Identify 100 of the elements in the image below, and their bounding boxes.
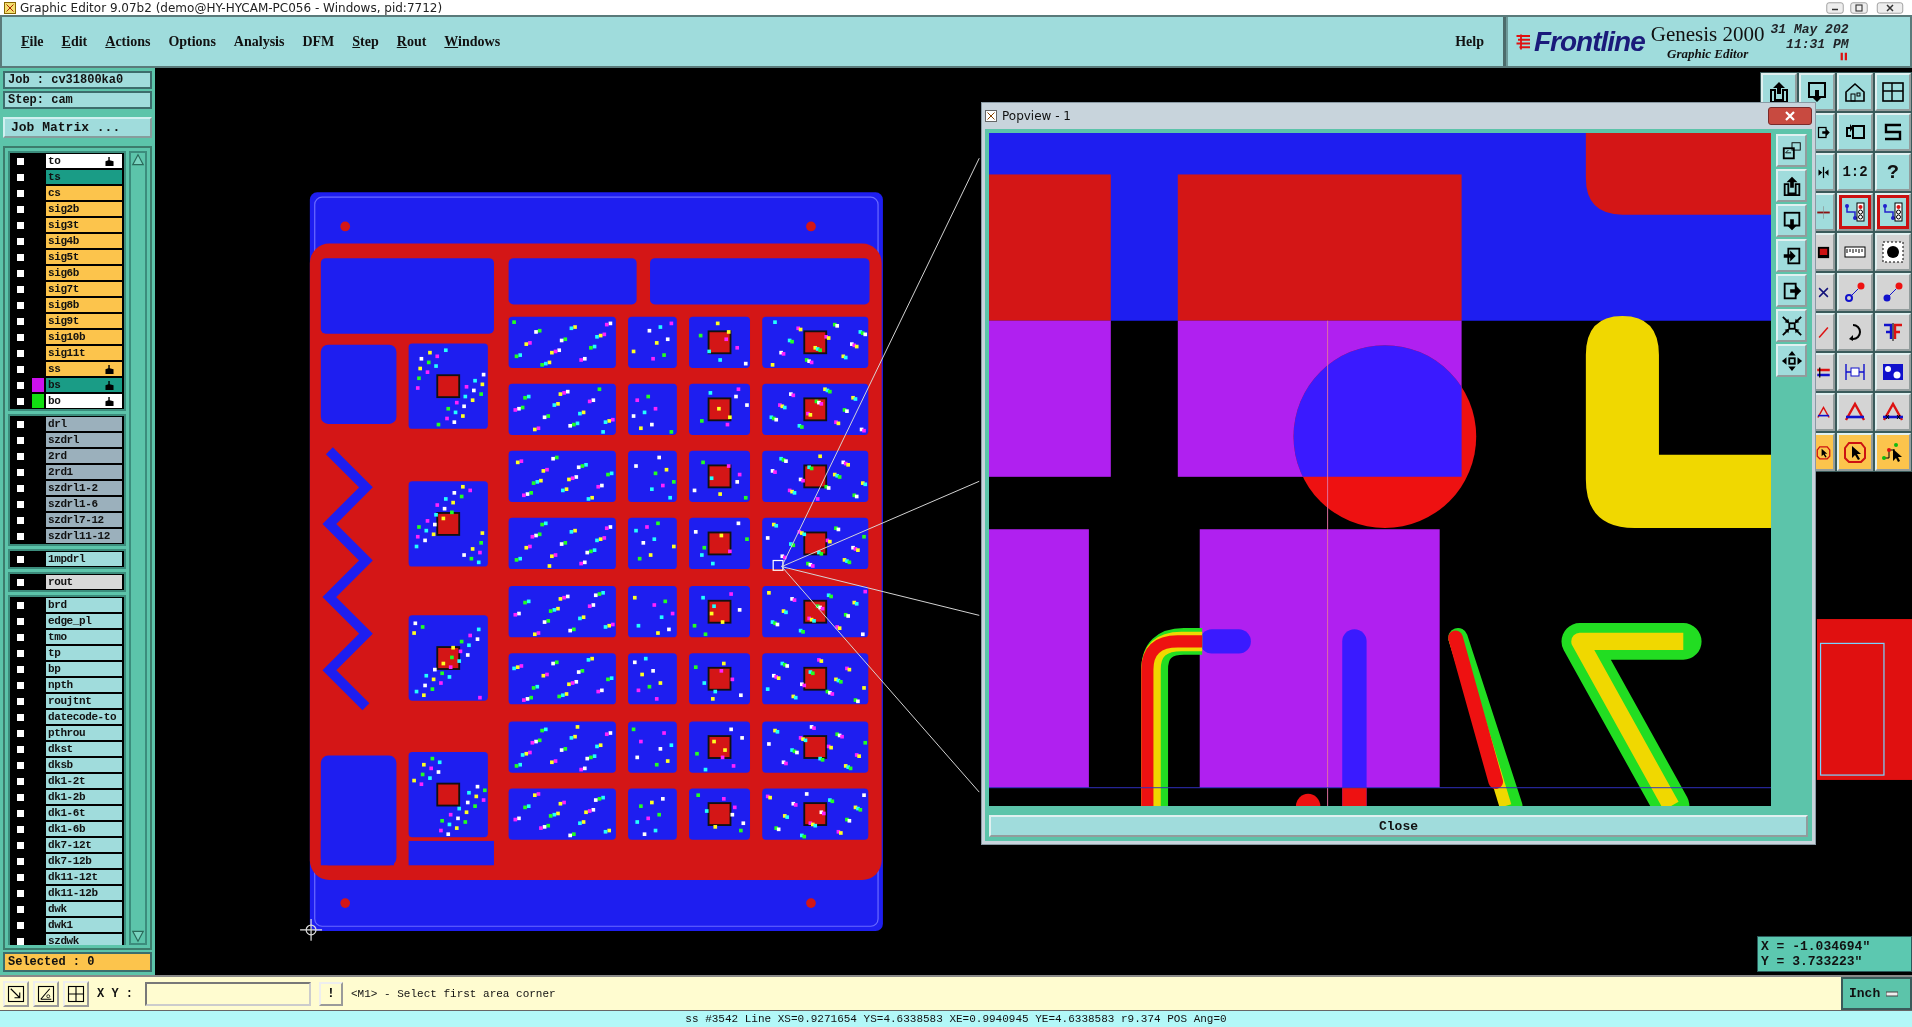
layer-name[interactable]: dwk <box>46 902 122 916</box>
tool-button[interactable] <box>1776 274 1807 307</box>
layer-name[interactable]: edge_pl <box>46 614 122 628</box>
layer-checkbox[interactable] <box>15 331 26 343</box>
layer-checkbox[interactable] <box>15 315 26 327</box>
layer-name[interactable]: dk1-6t <box>46 806 122 820</box>
help-button[interactable]: ? <box>1875 153 1911 191</box>
layer-checkbox[interactable] <box>15 155 26 167</box>
layer-checkbox[interactable] <box>15 171 26 183</box>
layer-checkbox[interactable] <box>15 775 26 787</box>
layer-checkbox[interactable] <box>15 919 26 931</box>
layer-checkbox[interactable] <box>15 743 26 755</box>
tool-button[interactable] <box>33 980 59 1007</box>
layer-name[interactable]: 1mpdrl <box>46 552 122 566</box>
menu-item[interactable]: Rout <box>387 33 436 50</box>
layer-checkbox[interactable] <box>15 283 26 295</box>
layer-name[interactable]: dksb <box>46 758 122 772</box>
layer-name[interactable]: szdrl7-12 <box>46 513 122 527</box>
layer-checkbox[interactable] <box>15 466 26 478</box>
layer-name[interactable]: sig6b <box>46 266 122 280</box>
layer-name[interactable]: cs <box>46 186 122 200</box>
layer-name[interactable]: sig2b <box>46 202 122 216</box>
layer-name[interactable]: dk7-12b <box>46 854 122 868</box>
tool-button[interactable] <box>1875 393 1911 431</box>
layer-name[interactable]: bp <box>46 662 122 676</box>
menu-item[interactable]: Options <box>159 33 225 50</box>
tool-button[interactable] <box>1875 73 1911 111</box>
zoom-ratio-button[interactable]: 1:2 <box>1837 153 1873 191</box>
tool-button[interactable] <box>1875 233 1911 271</box>
layer-name[interactable]: sig3t <box>46 218 122 232</box>
layer-checkbox[interactable] <box>15 695 26 707</box>
tool-button[interactable] <box>1875 313 1911 351</box>
tool-button[interactable] <box>1837 433 1873 471</box>
layer-checkbox[interactable] <box>15 514 26 526</box>
layer-name[interactable]: szdrl1-6 <box>46 497 122 511</box>
layer-name[interactable]: sig5t <box>46 250 122 264</box>
layer-checkbox[interactable] <box>15 791 26 803</box>
layer-name[interactable]: drl <box>46 417 122 431</box>
layer-name[interactable]: sig9t <box>46 314 122 328</box>
layer-checkbox[interactable] <box>15 219 26 231</box>
tool-button[interactable] <box>1776 344 1807 377</box>
menu-item[interactable]: Step <box>343 33 388 50</box>
layer-checkbox[interactable] <box>15 663 26 675</box>
help-menu-item[interactable]: Help <box>1446 33 1493 50</box>
tool-button[interactable] <box>1776 309 1807 342</box>
tool-button[interactable] <box>1776 204 1807 237</box>
layer-name[interactable]: rout <box>46 575 122 589</box>
layer-checkbox[interactable] <box>15 418 26 430</box>
layer-name[interactable]: dkst <box>46 742 122 756</box>
layer-name[interactable]: ss <box>46 362 122 376</box>
tool-button[interactable] <box>1875 433 1911 471</box>
coordinate-input-field[interactable] <box>145 981 311 1006</box>
layer-name[interactable]: szdrl1-2 <box>46 481 122 495</box>
layer-name[interactable]: to <box>46 154 122 168</box>
layer-name[interactable]: npth <box>46 678 122 692</box>
tool-button[interactable] <box>1875 193 1911 231</box>
layer-checkbox[interactable] <box>15 615 26 627</box>
layer-checkbox[interactable] <box>15 759 26 771</box>
tool-button[interactable] <box>1776 169 1807 202</box>
layer-name[interactable]: sig11t <box>46 346 122 360</box>
tool-button[interactable] <box>1875 273 1911 311</box>
layer-name[interactable]: bo <box>46 394 122 408</box>
layer-checkbox[interactable] <box>15 839 26 851</box>
tool-button[interactable] <box>1776 134 1807 167</box>
layer-checkbox[interactable] <box>15 347 26 359</box>
layer-name[interactable]: dk7-12t <box>46 838 122 852</box>
layer-name[interactable]: roujtnt <box>46 694 122 708</box>
layer-checkbox[interactable] <box>15 599 26 611</box>
layer-name[interactable]: brd <box>46 598 122 612</box>
tool-button[interactable] <box>63 980 89 1007</box>
layer-checkbox[interactable] <box>15 576 26 588</box>
layer-name[interactable]: dk1-2b <box>46 790 122 804</box>
menu-item[interactable]: Actions <box>96 33 160 50</box>
close-button[interactable]: Close <box>989 815 1808 837</box>
layer-checkbox[interactable] <box>15 871 26 883</box>
layer-name[interactable]: bs <box>46 378 122 392</box>
tool-button[interactable] <box>1837 193 1873 231</box>
layer-name[interactable]: dk1-2t <box>46 774 122 788</box>
tool-button[interactable] <box>1776 239 1807 272</box>
layer-checkbox[interactable] <box>15 647 26 659</box>
tool-button[interactable] <box>1837 393 1873 431</box>
layer-name[interactable]: szdrl11-12 <box>46 529 122 543</box>
layer-name[interactable]: szdrl <box>46 433 122 447</box>
close-button[interactable] <box>1768 107 1812 125</box>
layer-checkbox[interactable] <box>15 203 26 215</box>
layer-checkbox[interactable] <box>15 299 26 311</box>
tool-button[interactable] <box>1799 73 1835 111</box>
layer-checkbox[interactable] <box>15 807 26 819</box>
layer-name[interactable]: sig7t <box>46 282 122 296</box>
layer-checkbox[interactable] <box>15 235 26 247</box>
layer-name[interactable]: 2rd1 <box>46 465 122 479</box>
menu-item[interactable]: Analysis <box>224 33 294 50</box>
tool-button[interactable] <box>1837 313 1873 351</box>
tool-button[interactable] <box>1875 353 1911 391</box>
layer-name[interactable]: pthrou <box>46 726 122 740</box>
layer-name[interactable]: tp <box>46 646 122 660</box>
layer-name[interactable]: 2rd <box>46 449 122 463</box>
units-dropdown[interactable]: Inch <box>1841 977 1912 1010</box>
layer-checkbox[interactable] <box>15 727 26 739</box>
layer-checkbox[interactable] <box>15 379 26 391</box>
